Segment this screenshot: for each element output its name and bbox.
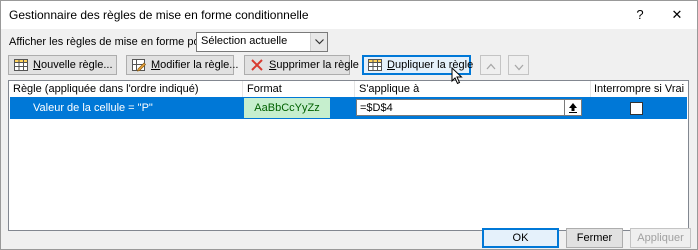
apply-label: Appliquer	[637, 232, 684, 244]
help-button[interactable]: ?	[629, 5, 651, 25]
rule-row[interactable]: Valeur de la cellule = "P" AaBbCcYyZz =$…	[10, 97, 687, 119]
ok-label: OK	[512, 232, 529, 244]
new-rule-button[interactable]: Nouvelle règle...	[8, 55, 117, 75]
column-divider[interactable]	[242, 81, 243, 97]
rule-description: Valeur de la cellule = "P"	[33, 102, 153, 114]
move-down-button[interactable]	[508, 55, 529, 75]
column-divider[interactable]	[590, 81, 591, 97]
header-format: Format	[247, 83, 282, 95]
chevron-down-icon	[514, 62, 524, 74]
delete-x-icon	[250, 58, 264, 72]
stop-if-true-checkbox[interactable]	[630, 102, 643, 115]
edit-rule-button[interactable]: Modifier la règle...	[126, 55, 238, 75]
header-stop-if-true: Interrompre si Vrai	[594, 83, 685, 95]
rules-table-header: Règle (appliquée dans l'ordre indiqué) F…	[9, 81, 688, 97]
chevron-up-icon	[486, 61, 496, 73]
applies-to-input[interactable]: =$D$4	[356, 99, 582, 116]
close-label: Fermer	[576, 232, 613, 244]
format-preview: AaBbCcYyZz	[244, 98, 330, 118]
close-dialog-button[interactable]: Fermer	[566, 228, 623, 248]
title-bar: Gestionnaire des règles de mise en forme…	[1, 1, 697, 29]
applies-to-value: =$D$4	[360, 102, 393, 114]
show-rules-for-label: Afficher les règles de mise en forme pou…	[9, 36, 216, 48]
new-rule-label: Nouvelle règle...	[33, 59, 113, 71]
delete-rule-label: Supprimer la règle	[269, 59, 359, 71]
grid-icon	[14, 58, 28, 72]
column-divider[interactable]	[354, 81, 355, 97]
duplicate-grid-icon	[368, 58, 382, 72]
delete-rule-button[interactable]: Supprimer la règle	[244, 55, 359, 75]
chevron-down-icon[interactable]	[310, 33, 327, 51]
ok-button[interactable]: OK	[482, 228, 559, 248]
conditional-formatting-dialog: Gestionnaire des règles de mise en forme…	[0, 0, 698, 250]
dialog-title: Gestionnaire des règles de mise en forme…	[9, 8, 309, 22]
header-rule: Règle (appliquée dans l'ordre indiqué)	[13, 83, 199, 95]
apply-button[interactable]: Appliquer	[630, 228, 691, 248]
range-select-icon[interactable]	[564, 100, 581, 115]
header-applies-to: S'applique à	[359, 83, 420, 95]
mouse-cursor-icon	[451, 66, 463, 88]
rules-table: Règle (appliquée dans l'ordre indiqué) F…	[8, 80, 689, 231]
edit-grid-icon	[132, 58, 146, 72]
show-rules-for-select[interactable]: Sélection actuelle	[196, 32, 328, 52]
close-button[interactable]: ✕	[666, 5, 688, 25]
edit-rule-label: Modifier la règle...	[151, 59, 239, 71]
show-rules-for-value: Sélection actuelle	[201, 35, 288, 47]
move-up-button[interactable]	[480, 55, 501, 75]
